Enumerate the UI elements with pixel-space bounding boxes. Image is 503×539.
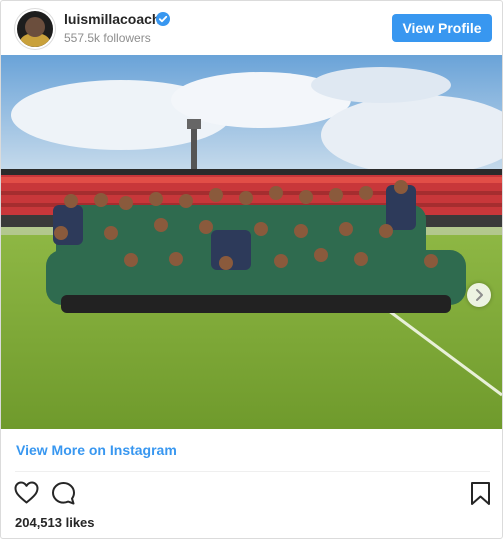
divider: [15, 471, 490, 472]
heart-icon[interactable]: [14, 481, 39, 504]
team-photo-image: [1, 55, 502, 429]
view-profile-button[interactable]: View Profile: [392, 14, 492, 42]
view-more-link[interactable]: View More on Instagram: [16, 442, 177, 458]
post-header: luismillacoach 557.5k followers View Pro…: [1, 1, 502, 55]
username[interactable]: luismillacoach: [64, 11, 160, 27]
next-photo-button[interactable]: [467, 283, 491, 307]
chevron-right-icon: [476, 289, 483, 301]
avatar[interactable]: [15, 9, 55, 49]
follower-count: 557.5k followers: [64, 31, 151, 45]
comment-bubble-icon[interactable]: [51, 481, 76, 506]
bookmark-icon[interactable]: [470, 481, 491, 506]
verified-badge-icon: [156, 12, 170, 26]
like-count: 204,513 likes: [15, 515, 95, 530]
instagram-embed-card: luismillacoach 557.5k followers View Pro…: [0, 0, 503, 539]
post-photo[interactable]: [1, 55, 502, 429]
